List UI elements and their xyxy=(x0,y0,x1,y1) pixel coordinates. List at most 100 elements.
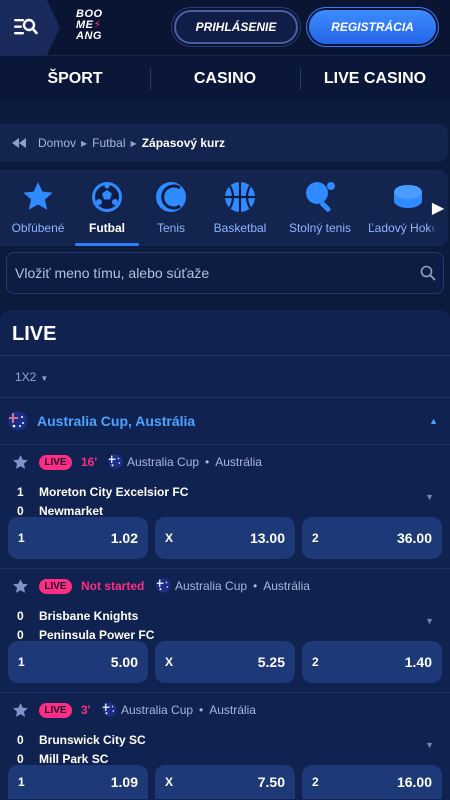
match-status: Not started xyxy=(81,579,145,593)
caret-down-icon: ▼ xyxy=(40,374,49,383)
sport-tab-label: Obľúbené xyxy=(11,221,65,235)
league-name: Australia Cup, Austrália xyxy=(37,413,196,429)
main-nav: ŠPORT CASINO LIVE CASINO xyxy=(0,55,450,101)
sport-tab-table-tennis[interactable]: Stolný tenis xyxy=(283,170,357,246)
away-score: 0 xyxy=(17,628,24,642)
competition-name: Australia Cup xyxy=(175,578,248,593)
divider xyxy=(0,355,450,356)
search-box xyxy=(6,252,444,294)
sport-tab-favorites[interactable]: Obľúbené xyxy=(8,170,68,246)
odd-button-home[interactable]: 1 5.00 xyxy=(8,641,148,683)
breadcrumb-separator-icon: ▶ xyxy=(130,138,137,148)
country-name: Austrália xyxy=(209,702,256,717)
favorite-star-icon[interactable] xyxy=(12,454,29,471)
sport-tab-football[interactable]: Futbal xyxy=(75,170,139,246)
register-button[interactable]: REGISTRÁCIA xyxy=(309,10,436,44)
breadcrumb: Domov ▶ Futbal ▶ Zápasový kurz xyxy=(0,124,448,162)
breadcrumb-football[interactable]: Futbal xyxy=(92,136,125,150)
sport-tab-basketball[interactable]: Basketbal xyxy=(207,170,273,246)
away-team: 0 Mill Park SC xyxy=(17,752,108,766)
live-badge: LIVE xyxy=(39,455,72,470)
match-row: LIVE 3' Australia Cup • Austrália 0 Bruns… xyxy=(0,692,450,800)
league-header[interactable]: Australia Cup, Austrália ▲ xyxy=(0,398,450,444)
odd-button-home[interactable]: 1 1.02 xyxy=(8,517,148,559)
chevron-down-icon[interactable]: ▼ xyxy=(425,740,434,750)
sport-tab-label: Futbal xyxy=(89,221,125,235)
sport-tab-tennis[interactable]: Tenis xyxy=(143,170,199,246)
odd-button-draw[interactable]: X 7.50 xyxy=(155,765,295,799)
back-icon[interactable] xyxy=(0,138,38,148)
match-meta: Australia Cup • Austrália xyxy=(102,702,256,717)
logo[interactable]: BOO ME⚡ ANG xyxy=(76,9,136,47)
away-score: 0 xyxy=(17,504,24,518)
away-team-name: Peninsula Power FC xyxy=(39,628,155,642)
market-label: 1X2 xyxy=(15,370,37,384)
australia-flag-icon xyxy=(8,411,28,431)
live-badge: LIVE xyxy=(39,579,72,594)
favorite-star-icon[interactable] xyxy=(12,578,29,595)
breadcrumb-home[interactable]: Domov xyxy=(38,136,76,150)
competition-name: Australia Cup xyxy=(127,454,200,469)
odd-button-away[interactable]: 2 36.00 xyxy=(302,517,442,559)
ice-hockey-icon xyxy=(394,185,422,208)
away-team: 0 Peninsula Power FC xyxy=(17,628,154,642)
breadcrumb-separator-icon: ▶ xyxy=(81,138,88,148)
menu-search-icon xyxy=(14,18,38,35)
live-panel: LIVE 1X2 ▼ Australia Cup, Austrália ▲ LIV… xyxy=(0,310,450,800)
nav-live-casino[interactable]: LIVE CASINO xyxy=(300,56,450,101)
breadcrumb-current: Zápasový kurz xyxy=(141,136,226,150)
top-bar: BOO ME⚡ ANG PRIHLÁSENIE REGISTRÁCIA xyxy=(0,0,450,55)
australia-flag-icon xyxy=(102,702,117,717)
odd-button-away[interactable]: 2 16.00 xyxy=(302,765,442,799)
australia-flag-icon xyxy=(156,578,171,593)
odd-button-home[interactable]: 1 1.09 xyxy=(8,765,148,799)
match-row: LIVE 16' Australia Cup • Austrália 1 More… xyxy=(0,444,450,568)
chevron-up-icon[interactable]: ▲ xyxy=(429,416,438,426)
odd-button-draw[interactable]: X 5.25 xyxy=(155,641,295,683)
home-team: 0 Brunswick City SC xyxy=(17,733,146,747)
home-team-name: Brunswick City SC xyxy=(39,733,146,747)
home-score: 0 xyxy=(17,609,24,623)
table-tennis-icon xyxy=(306,182,335,212)
odd-button-away[interactable]: 2 1.40 xyxy=(302,641,442,683)
live-title: LIVE xyxy=(12,323,57,345)
search-input[interactable] xyxy=(7,265,413,281)
nav-sport[interactable]: ŠPORT xyxy=(0,56,150,101)
home-score: 0 xyxy=(17,733,24,747)
away-score: 0 xyxy=(17,752,24,766)
soccer-ball-icon xyxy=(92,182,122,212)
country-name: Austrália xyxy=(263,578,310,593)
login-button[interactable]: PRIHLÁSENIE xyxy=(174,10,298,44)
sport-tab-label: Tenis xyxy=(156,221,185,235)
menu-button[interactable] xyxy=(0,0,60,55)
home-team-name: Moreton City Excelsior FC xyxy=(39,485,189,499)
away-team-name: Newmarket xyxy=(39,504,104,518)
carousel-next-icon[interactable]: ▶ xyxy=(428,170,448,246)
away-team: 0 Newmarket xyxy=(17,504,103,518)
nav-casino[interactable]: CASINO xyxy=(150,56,300,101)
odd-button-draw[interactable]: X 13.00 xyxy=(155,517,295,559)
match-row: LIVE Not started Australia Cup • Austrál… xyxy=(0,568,450,692)
home-team-name: Brisbane Knights xyxy=(39,609,139,623)
competition-name: Australia Cup xyxy=(121,702,194,717)
sports-carousel: Obľúbené Futbal Tenis Basketbal Stolný t… xyxy=(0,170,448,246)
sport-tab-label: Stolný tenis xyxy=(288,221,352,235)
match-status: 3' xyxy=(81,703,91,717)
tennis-ball-icon xyxy=(156,182,186,212)
away-team-name: Mill Park SC xyxy=(39,752,109,766)
search-icon[interactable] xyxy=(413,265,443,281)
match-status: 16' xyxy=(81,455,98,469)
chevron-down-icon[interactable]: ▼ xyxy=(425,492,434,502)
market-selector[interactable]: 1X2 ▼ xyxy=(15,370,48,384)
live-badge: LIVE xyxy=(39,703,72,718)
star-icon xyxy=(23,182,53,210)
home-team: 0 Brisbane Knights xyxy=(17,609,138,623)
basketball-icon xyxy=(225,182,255,212)
favorite-star-icon[interactable] xyxy=(12,702,29,719)
country-name: Austrália xyxy=(215,454,262,469)
match-meta: Australia Cup • Austrália xyxy=(156,578,310,593)
australia-flag-icon xyxy=(108,454,123,469)
chevron-down-icon[interactable]: ▼ xyxy=(425,616,434,626)
home-team: 1 Moreton City Excelsior FC xyxy=(17,485,188,499)
match-meta: Australia Cup • Austrália xyxy=(108,454,262,469)
